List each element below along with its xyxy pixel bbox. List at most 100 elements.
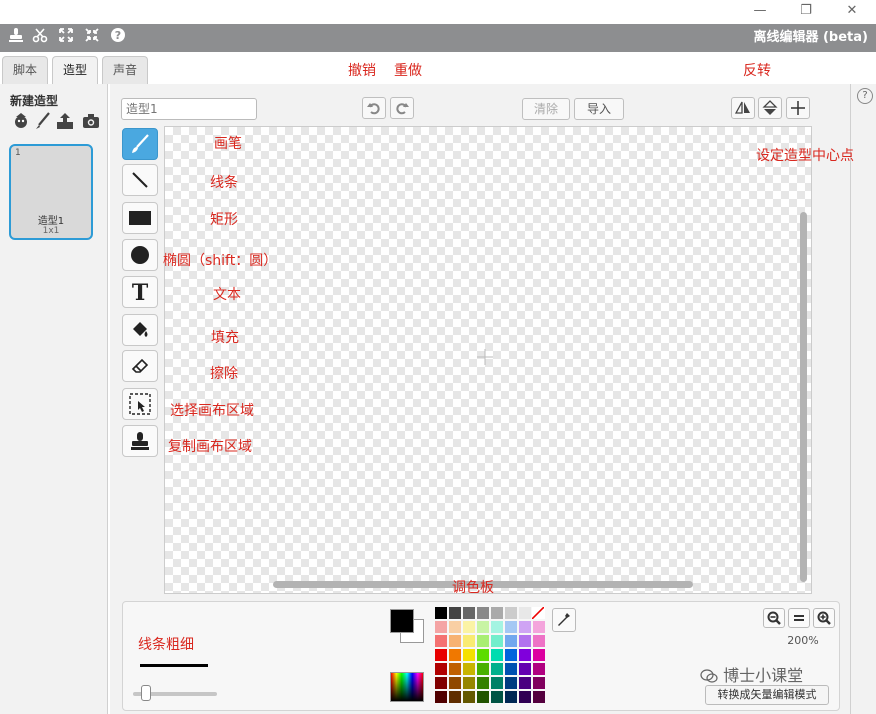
color-swatch[interactable] [435,649,447,661]
color-swatch[interactable] [505,607,517,619]
color-swatch[interactable] [519,663,531,675]
color-picker-gradient[interactable] [390,672,424,702]
color-swatch[interactable] [505,691,517,703]
color-swatch[interactable] [435,663,447,675]
upload-icon[interactable] [54,112,76,134]
select-tool[interactable] [122,388,158,420]
color-swatch[interactable] [449,677,461,689]
tab-costumes[interactable]: 造型 [52,56,99,84]
vertical-scrollbar[interactable] [800,212,807,582]
color-swatch[interactable] [519,677,531,689]
color-swatch[interactable] [533,691,545,703]
color-swatch[interactable] [505,621,517,633]
drawing-canvas[interactable] [164,126,812,594]
color-swatch[interactable] [519,691,531,703]
redo-button[interactable] [390,97,414,119]
paint-brush-icon[interactable] [32,112,54,134]
shrink-icon[interactable] [82,27,102,49]
color-swatch[interactable] [449,649,461,661]
color-swatch[interactable] [491,635,503,647]
color-swatch[interactable] [491,677,503,689]
flip-horizontal-button[interactable] [731,97,755,119]
stamp-tool[interactable] [122,425,158,457]
text-tool[interactable]: T [122,276,158,308]
color-swatch[interactable] [491,663,503,675]
clear-button[interactable]: 清除 [522,98,570,120]
color-swatch[interactable] [533,677,545,689]
color-swatch[interactable] [449,663,461,675]
zoom-reset-button[interactable] [788,608,810,628]
color-swatch[interactable] [477,621,489,633]
help-icon[interactable]: ? [108,27,128,49]
color-swatch[interactable] [491,649,503,661]
color-swatch[interactable] [519,621,531,633]
zoom-out-button[interactable] [763,608,785,628]
color-swatch[interactable] [463,621,475,633]
costume-name-input[interactable] [121,98,257,120]
color-swatch[interactable] [491,621,503,633]
color-swatch[interactable] [449,607,461,619]
color-swatch[interactable] [435,691,447,703]
flip-vertical-button[interactable] [758,97,782,119]
color-swatch[interactable] [477,677,489,689]
brush-tool[interactable] [122,128,158,160]
convert-to-vector-button[interactable]: 转换成矢量编辑模式 [705,685,829,705]
color-swatch[interactable] [533,649,545,661]
color-swatch[interactable] [463,649,475,661]
undo-button[interactable] [362,97,386,119]
grow-icon[interactable] [56,27,76,49]
color-swatch[interactable] [477,649,489,661]
no-color-swatch[interactable] [532,607,544,619]
color-swatch[interactable] [435,677,447,689]
color-swatch[interactable] [477,691,489,703]
color-swatch[interactable] [463,635,475,647]
foreground-color-swatch[interactable] [390,609,414,633]
zoom-in-button[interactable] [813,608,835,628]
set-costume-center-button[interactable] [786,97,810,119]
eyedropper-button[interactable] [552,608,576,632]
rectangle-tool[interactable] [122,202,158,234]
color-swatch[interactable] [533,621,545,633]
minimize-button[interactable]: — [740,0,780,24]
color-swatch[interactable] [519,649,531,661]
color-swatch[interactable] [477,635,489,647]
tab-scripts[interactable]: 脚本 [2,56,49,84]
import-button[interactable]: 导入 [574,98,624,120]
color-swatch[interactable] [449,621,461,633]
color-swatch[interactable] [505,663,517,675]
cut-icon[interactable] [30,27,50,49]
color-swatch[interactable] [505,635,517,647]
camera-icon[interactable] [80,112,102,134]
color-swatch[interactable] [505,649,517,661]
close-button[interactable]: ✕ [832,0,872,24]
color-swatch[interactable] [519,607,531,619]
eraser-tool[interactable] [122,350,158,382]
help-icon[interactable]: ? [857,88,873,104]
restore-button[interactable]: ❐ [786,0,826,24]
color-swatch[interactable] [449,635,461,647]
color-swatch[interactable] [505,677,517,689]
color-swatch[interactable] [463,691,475,703]
color-swatch[interactable] [435,621,447,633]
color-swatch[interactable] [491,607,503,619]
sprite-library-icon[interactable] [10,112,32,134]
stamp-icon[interactable] [6,27,26,49]
color-swatch[interactable] [477,663,489,675]
color-swatch[interactable] [463,607,475,619]
line-width-slider-handle[interactable] [141,685,151,701]
color-swatch[interactable] [533,663,545,675]
costume-thumbnail[interactable]: 1 造型1 1x1 [9,144,93,240]
color-swatch[interactable] [435,607,447,619]
ellipse-tool[interactable] [122,239,158,271]
color-swatch[interactable] [477,607,489,619]
color-swatch[interactable] [491,691,503,703]
color-swatch[interactable] [463,677,475,689]
line-tool[interactable] [122,164,158,196]
tab-sounds[interactable]: 声音 [102,56,149,84]
color-swatch[interactable] [533,635,545,647]
color-swatch[interactable] [435,635,447,647]
color-swatch[interactable] [463,663,475,675]
color-swatch[interactable] [519,635,531,647]
color-swatch[interactable] [449,691,461,703]
fill-tool[interactable] [122,314,158,346]
